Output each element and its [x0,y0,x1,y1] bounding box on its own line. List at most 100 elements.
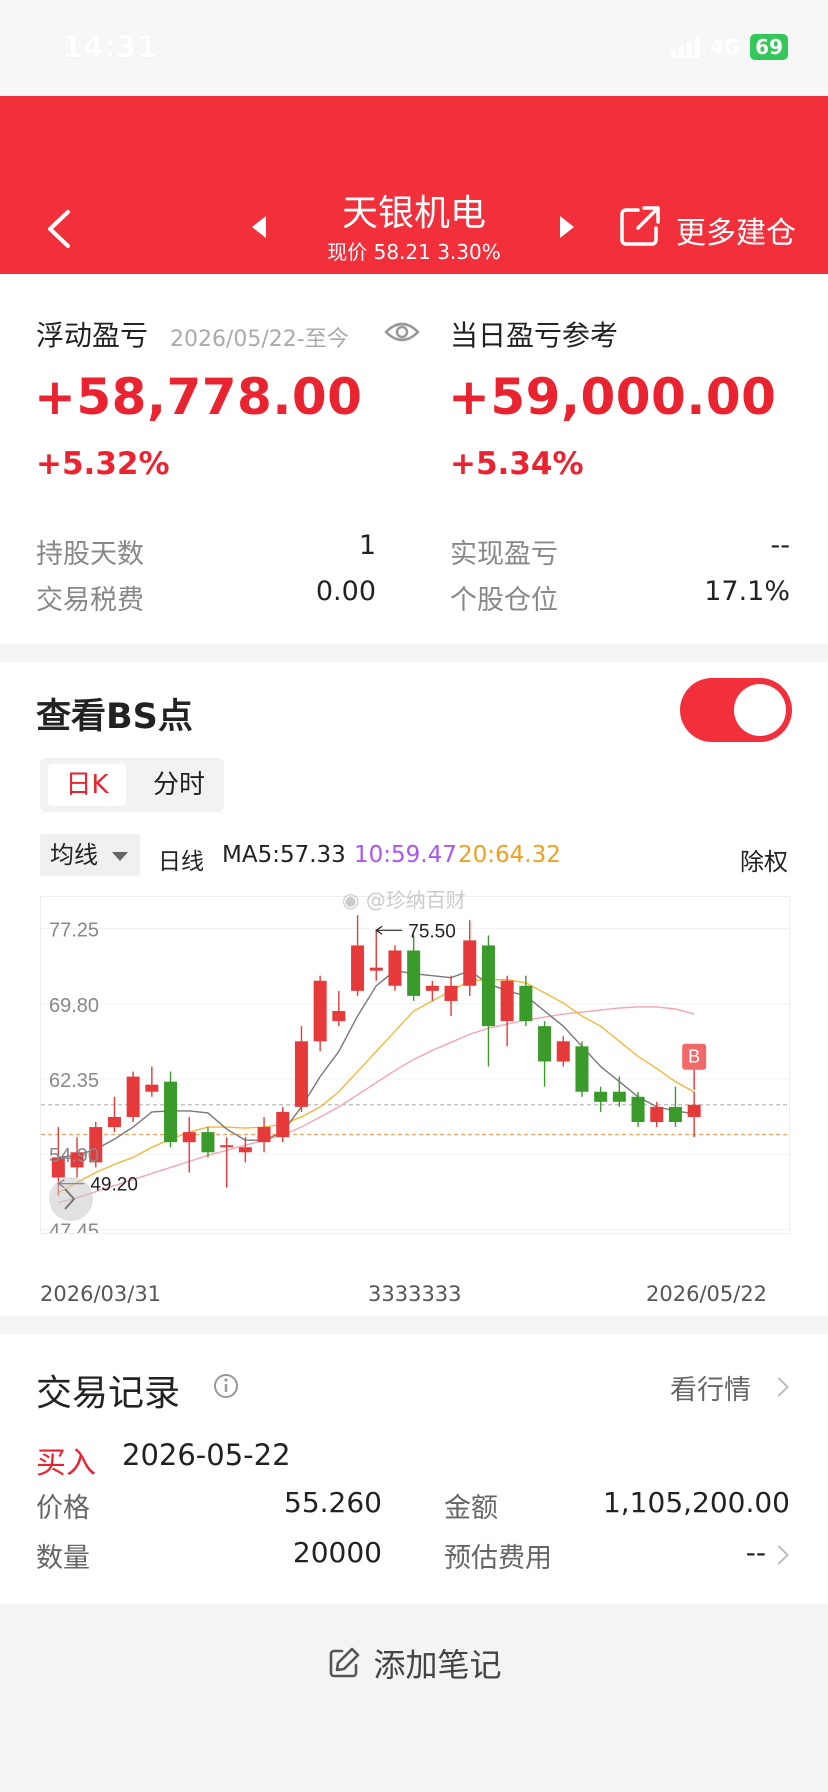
ma20-value: 20:64.32 [458,842,561,868]
chart-date-end: 2026/05/22 [646,1282,768,1306]
candle-body [351,945,365,991]
candle-body [463,940,477,986]
hold-days-value: 1 [358,530,376,561]
chart-tab-group: 日K 分时 [40,758,224,812]
external-link-icon[interactable] [618,204,662,248]
bs-toggle[interactable] [680,678,792,742]
battery-icon: 69 [750,34,788,60]
add-note-label: 添加笔记 [373,1646,502,1684]
candle-body [650,1106,664,1123]
info-icon[interactable] [212,1372,240,1400]
candle-body [164,1081,178,1143]
amount-label: 金额 [444,1493,498,1524]
amount-value: 1,105,200.00 [602,1486,790,1519]
chevron-right-icon [769,1377,789,1397]
daily-pnl-label: 当日盈亏参考 [450,319,619,352]
ma5-line [58,969,695,1159]
tab-day-k[interactable]: 日K [48,764,126,806]
position-ratio-value: 17.1% [704,576,790,607]
trade-records-panel: 交易记录 看行情 买入 2026-05-22 价格 55.260 金额 1,10… [0,1334,828,1604]
stock-header: 天银机电 现价 58.21 3.30% 更多建仓 [0,96,828,274]
candle-body [631,1096,645,1123]
quantity-value: 20000 [292,1536,382,1569]
eye-icon[interactable] [384,318,420,346]
more-build-button[interactable]: 更多建仓 [676,208,796,252]
quantity-label: 数量 [36,1543,90,1574]
realized-pnl-value: -- [770,530,791,561]
status-bar: 14:31 4G 69 [0,0,828,96]
ma-line-label: 日线 [158,849,204,875]
market-link[interactable]: 看行情 [670,1368,751,1407]
bs-panel: 查看BS点 日K 分时 均线 日线 MA5:57.33 10:59.47 20:… [0,662,828,1316]
candle-body [257,1127,271,1143]
bs-title: 查看BS点 [36,697,193,737]
ex-right-button[interactable]: 除权 [740,842,788,877]
ma-dropdown-label: 均线 [50,841,98,869]
trade-date: 2026-05-22 [122,1438,291,1472]
candle-body [407,950,421,996]
candle-body [556,1041,570,1062]
tab-minute[interactable]: 分时 [140,764,218,806]
ma10-value: 10:59.47 [354,842,457,868]
candle-body [575,1046,589,1092]
floating-pnl-label: 浮动盈亏 [36,319,149,352]
watermark-text: @珍纳百财 [365,888,466,912]
weibo-icon: ◉ [342,888,360,912]
pnl-panel: 浮动盈亏 2026/05/22-至今 当日盈亏参考 +58,778.00 +59… [0,274,828,644]
candle-body [313,980,327,1042]
trade-records-title: 交易记录 [36,1373,181,1414]
est-fee-label: 预估费用 [444,1543,552,1574]
floating-pnl-value: +58,778.00 [34,368,363,426]
signal-icon [670,36,700,58]
y-tick-label: 77.25 [49,920,99,942]
network-type: 4G [709,35,741,59]
chart-date-mid: 3333333 [368,1282,462,1306]
y-tick-label: 69.80 [49,995,99,1017]
candle-body [594,1091,608,1102]
candle-body [201,1132,215,1153]
candle-body [687,1104,701,1117]
scroll-left-icon [49,1177,93,1221]
kline-svg: 77.25 69.80 62.35 54.90 47.45 75.50 49.20 B [41,915,789,1242]
trade-fee-value: 0.00 [315,576,376,607]
chevron-down-icon [112,852,128,861]
ma-dropdown[interactable]: 均线 [40,834,140,876]
candle-body [182,1132,196,1143]
candle-body [220,1145,234,1148]
realized-pnl-label: 实现盈亏 [450,539,558,570]
candle-body [126,1076,140,1117]
candle-body [238,1147,252,1153]
kline-chart[interactable]: 77.25 69.80 62.35 54.90 47.45 75.50 49.20 B [40,896,790,1242]
status-indicators: 4G 69 [670,34,788,60]
price-label: 价格 [36,1493,90,1524]
floating-pnl-pct: +5.32% [36,446,170,482]
daily-pnl-value: +59,000.00 [448,368,777,426]
candle-body [444,985,458,1001]
chart-date-start: 2026/03/31 [40,1282,162,1306]
y-tick-label: 62.35 [49,1070,99,1092]
high-annotation-label: 75.50 [408,921,456,942]
trade-type: 买入 [36,1446,96,1481]
y-tick-label: 47.45 [49,1220,99,1233]
toggle-knob [734,684,786,736]
candle-body [107,1116,121,1128]
candle-body [332,1011,346,1022]
candle-body [388,950,402,986]
candle-body [500,980,514,1022]
candle-body [145,1084,159,1092]
est-fee-value[interactable]: -- [746,1536,766,1569]
candle-body [276,1111,290,1138]
candle-body [538,1026,552,1062]
price-value: 55.260 [284,1486,382,1519]
candle-body [519,985,533,1022]
next-stock-icon[interactable] [556,214,578,240]
status-time: 14:31 [62,30,158,65]
candle-body [668,1106,682,1123]
add-note-button[interactable]: 添加笔记 [0,1640,828,1686]
watermark: ◉ @珍纳百财 [342,884,466,913]
y-tick-label: 54.90 [49,1145,99,1167]
ma5-value: MA5:57.33 [222,842,346,868]
candle-body [612,1091,626,1102]
candle-body [294,1041,308,1107]
hold-days-label: 持股天数 [36,539,144,570]
